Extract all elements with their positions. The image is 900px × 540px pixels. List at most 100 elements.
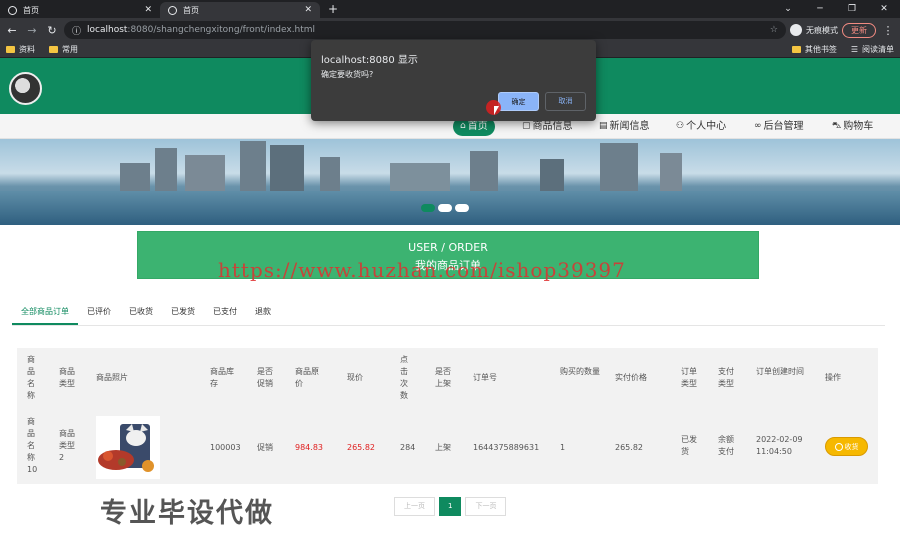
table-header: 是否上架 [435, 367, 451, 388]
table-header: 操作 [825, 373, 841, 382]
folder-icon [6, 46, 15, 53]
browser-tab-bar: 首页 ✕ 首页 ✕ + ⌄ ─ ❐ ✕ [0, 0, 900, 18]
mouse-cursor-icon [494, 106, 499, 115]
next-page-button[interactable]: 下一页 [465, 497, 507, 516]
cell-promo: 促销 [257, 443, 273, 452]
prev-page-button[interactable]: 上一页 [394, 497, 435, 516]
minimize-icon[interactable]: ─ [804, 4, 836, 14]
carousel-dot[interactable] [455, 204, 469, 212]
carousel-dots [421, 204, 469, 212]
bookmark-folder[interactable]: 常用 [49, 44, 78, 55]
reading-list-icon: ☰ [850, 45, 858, 54]
globe-icon [168, 5, 177, 15]
table-header: 购买的数量 [560, 367, 600, 376]
bookmark-folder[interactable]: 资料 [6, 44, 35, 55]
forward-icon[interactable]: → [24, 24, 40, 37]
carousel-dot[interactable] [438, 204, 452, 212]
browser-tab-active[interactable]: 首页 ✕ [160, 2, 320, 18]
dialog-ok-button[interactable]: 确定 [498, 92, 539, 111]
banner-building [120, 163, 150, 193]
banner-building [240, 141, 266, 193]
incognito-icon [790, 24, 802, 36]
product-image [96, 416, 160, 479]
table-header: 订单创建时间 [756, 367, 804, 376]
banner-building [185, 155, 225, 193]
bookmark-folder[interactable]: 其他书签 [791, 44, 837, 55]
cell-order-type: 已发货 [681, 435, 697, 456]
incognito-indicator[interactable]: 无痕模式 [790, 24, 838, 36]
receive-button[interactable]: 收货 [825, 437, 868, 456]
confirm-dialog: localhost:8080 显示 确定要收货吗? 确定 取消 [311, 40, 596, 121]
address-bar: ← → ↻ ⓘ localhost:8080/shangchengxitong/… [0, 18, 900, 42]
section-title-en: USER / ORDER [408, 241, 488, 254]
nav-cart[interactable]: ⛍ 购物车 [832, 117, 873, 136]
table-header: 现价 [347, 373, 363, 382]
order-tabs: 全部商品订单 已评价 已收货 已发货 已支付 退款 [12, 300, 885, 326]
update-button[interactable]: 更新 [842, 22, 876, 38]
cell-paid-price: 265.82 [615, 443, 643, 452]
table-header: 实付价格 [615, 373, 647, 382]
window-controls: ⌄ ─ ❐ ✕ [772, 0, 900, 18]
table-header: 订单号 [473, 373, 497, 382]
check-circle-icon [834, 442, 843, 451]
cell-on-shelf: 上架 [435, 443, 451, 452]
banner-carousel[interactable] [0, 139, 900, 225]
carousel-dot[interactable] [421, 204, 435, 212]
menu-icon[interactable]: ⋮ [880, 24, 896, 37]
folder-icon [791, 46, 801, 53]
table-header: 商品照片 [96, 373, 128, 382]
restore-icon[interactable]: ❐ [836, 4, 868, 14]
table-header: 点击次数 [400, 355, 408, 400]
cell-original-price: 984.83 [295, 443, 323, 452]
nav-user-center[interactable]: ⚇ 个人中心 [676, 117, 726, 136]
user-icon: ⚇ [676, 121, 685, 131]
dialog-message: 确定要收货吗? [321, 70, 374, 79]
banner-building [320, 157, 340, 193]
order-table: 商品名称 商品类型 商品照片 商品库存 是否促销 商品原价 现价 点击次数 是否… [17, 348, 878, 484]
banner-building [470, 151, 498, 193]
close-icon[interactable]: ✕ [144, 5, 152, 15]
tab-shipped[interactable]: 已发货 [162, 300, 204, 325]
tab-paid[interactable]: 已支付 [204, 300, 246, 325]
page-number[interactable]: 1 [439, 497, 462, 516]
tab-refund[interactable]: 退款 [246, 300, 280, 325]
nav-news[interactable]: ▤ 新闻信息 [599, 117, 650, 136]
back-icon[interactable]: ← [4, 24, 20, 37]
tab-title: 首页 [23, 5, 39, 15]
star-icon[interactable]: ☆ [770, 25, 778, 35]
chevron-down-icon[interactable]: ⌄ [772, 4, 804, 14]
banner-building [155, 148, 177, 193]
info-icon[interactable]: ⓘ [72, 24, 81, 37]
dialog-cancel-button[interactable]: 取消 [545, 92, 586, 111]
nav-admin[interactable]: ∞ 后台管理 [754, 117, 804, 136]
banner-building [540, 159, 564, 193]
tab-all-orders[interactable]: 全部商品订单 [12, 300, 78, 325]
table-header: 是否促销 [257, 367, 273, 388]
close-icon[interactable]: ✕ [304, 5, 312, 15]
cell-created-time: 2022-02-09 11:04:50 [756, 435, 803, 456]
globe-icon [8, 5, 17, 15]
tab-title: 首页 [183, 5, 199, 15]
table-header: 商品原价 [295, 367, 319, 388]
close-window-icon[interactable]: ✕ [868, 4, 900, 14]
banner-building [660, 153, 682, 193]
news-icon: ▤ [599, 121, 608, 131]
site-logo[interactable] [9, 72, 42, 105]
browser-tab[interactable]: 首页 ✕ [0, 2, 160, 18]
cell-pay-type: 余额支付 [718, 435, 734, 456]
cell-clicks: 284 [400, 443, 416, 452]
pagination: 上一页 1 下一页 [394, 497, 507, 516]
incognito-label: 无痕模式 [806, 25, 838, 35]
dialog-title: localhost:8080 显示 [321, 55, 418, 66]
cell-price: 265.82 [347, 443, 375, 452]
url-host: localhost [87, 25, 128, 35]
reading-list[interactable]: ☰ 阅读清单 [851, 44, 894, 55]
tab-received[interactable]: 已收货 [120, 300, 162, 325]
new-tab-icon[interactable]: + [320, 2, 346, 18]
tab-reviewed[interactable]: 已评价 [78, 300, 120, 325]
url-input[interactable]: ⓘ localhost:8080/shangchengxitong/front/… [64, 21, 786, 39]
reload-icon[interactable]: ↻ [44, 24, 60, 37]
table-header: 商品类型 [59, 367, 75, 388]
banner-building [600, 143, 638, 193]
link-icon: ∞ [754, 121, 762, 131]
